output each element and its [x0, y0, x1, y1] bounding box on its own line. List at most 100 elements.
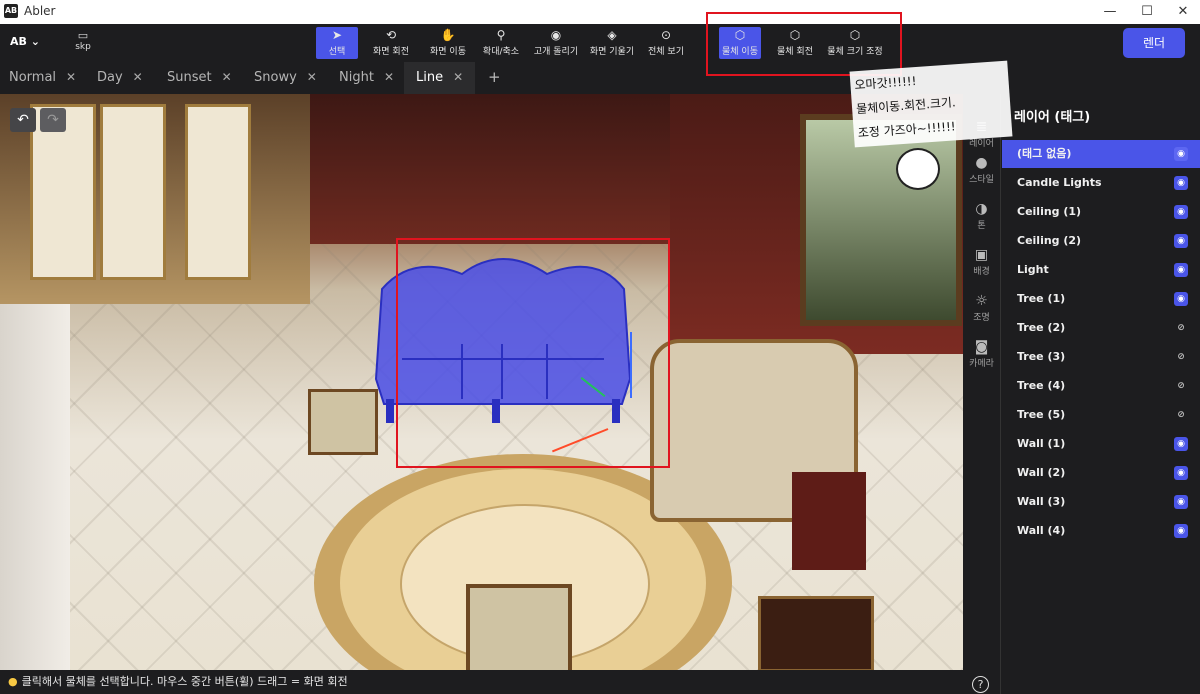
tab-snowy[interactable]: Snowy ✕: [254, 62, 317, 94]
status-text: 클릭해서 물체를 선택합니다. 마우스 중간 버튼(휠) 드래그 = 화면 회전: [21, 675, 348, 688]
eye-icon[interactable]: ◉: [1174, 205, 1188, 219]
tool-tilt-button[interactable]: ◈ 화면 기울기: [588, 27, 636, 59]
status-bar: ● 클릭해서 물체를 선택합니다. 마우스 중간 버튼(휠) 드래그 = 화면 회…: [0, 670, 963, 694]
rail-lighting-label: 조명: [973, 313, 990, 323]
eye-icon[interactable]: ◉: [1174, 292, 1188, 306]
tab-night-label: Night: [339, 70, 374, 85]
tab-line[interactable]: Line ✕: [404, 62, 476, 94]
layer-row[interactable]: Wall (1) ◉: [1002, 430, 1200, 458]
layer-row[interactable]: Tree (5) ⊘: [1002, 401, 1200, 429]
tool-pan-button[interactable]: ✋ 화면 이동: [424, 27, 472, 59]
zoom-icon: ⚲: [496, 28, 506, 42]
screen-icon: ▭: [77, 29, 89, 42]
layer-row[interactable]: Tree (2) ⊘: [1002, 314, 1200, 342]
rail-camera[interactable]: ◙ 카메라: [963, 338, 1000, 369]
window: [800, 114, 962, 326]
tool-select-button[interactable]: ➤ 선택: [316, 27, 358, 59]
rail-background[interactable]: ▣ 배경: [963, 246, 1000, 277]
layer-row[interactable]: Tree (4) ⊘: [1002, 372, 1200, 400]
rail-lighting[interactable]: ☼ 조명: [963, 292, 1000, 323]
door-panel: [100, 104, 166, 280]
redo-button[interactable]: ↷: [40, 108, 66, 132]
close-icon[interactable]: ✕: [453, 70, 463, 84]
tab-night[interactable]: Night ✕: [339, 62, 394, 94]
eye-icon[interactable]: ◉: [1174, 147, 1188, 161]
cursor-icon: ➤: [331, 28, 343, 42]
layer-row[interactable]: Light ◉: [1002, 256, 1200, 284]
tab-day-label: Day: [97, 70, 123, 85]
tilt-camera-icon: ◈: [607, 28, 617, 42]
tool-pan-label: 화면 이동: [430, 47, 466, 57]
close-icon[interactable]: ✕: [222, 70, 232, 84]
eye-icon[interactable]: ◉: [1174, 437, 1188, 451]
tone-icon: ◑: [975, 201, 988, 217]
tool-zoom-label: 확대/축소: [482, 47, 520, 57]
red-throw-blanket[interactable]: [792, 472, 866, 570]
close-icon[interactable]: ✕: [1168, 2, 1198, 22]
layer-name: Wall (4): [1017, 524, 1066, 537]
layer-row[interactable]: Tree (3) ⊘: [1002, 343, 1200, 371]
skp-file-button[interactable]: ▭ skp: [70, 29, 96, 52]
side-table[interactable]: [758, 596, 874, 670]
main-toolbar: AB ⌄ ▭ skp ➤ 선택 ⟲ 화면 회전 ✋ 화면 이동 ⚲ 확대/축소 …: [0, 24, 1200, 62]
eye-icon[interactable]: ◉: [1174, 524, 1188, 538]
close-icon[interactable]: ✕: [384, 70, 394, 84]
tool-fit-view-button[interactable]: ⊙ 전체 보기: [645, 27, 687, 59]
rail-layers-label: 레이어: [969, 139, 994, 149]
tab-sunset[interactable]: Sunset ✕: [167, 62, 232, 94]
tool-look-around-button[interactable]: ◉ 고개 돌리기: [530, 27, 582, 59]
add-tab-icon[interactable]: +: [488, 68, 501, 86]
layer-name: (태그 없음): [1017, 147, 1072, 160]
side-chair[interactable]: [308, 389, 378, 455]
layer-row[interactable]: Ceiling (1) ◉: [1002, 198, 1200, 226]
brand-menu[interactable]: AB ⌄: [10, 35, 40, 48]
eye-icon[interactable]: ◉: [1174, 263, 1188, 277]
tool-select-label: 선택: [328, 47, 346, 57]
sun-icon: ☼: [975, 293, 988, 309]
layer-row[interactable]: Candle Lights ◉: [1002, 169, 1200, 197]
tab-normal[interactable]: Normal ✕: [9, 62, 76, 94]
layer-row[interactable]: Tree (1) ◉: [1002, 285, 1200, 313]
eye-icon[interactable]: ◉: [1174, 466, 1188, 480]
layer-name: Tree (5): [1017, 408, 1066, 421]
minimize-icon[interactable]: —: [1095, 2, 1125, 22]
skp-label: skp: [75, 42, 91, 52]
rail-style[interactable]: ● 스타일: [963, 154, 1000, 185]
tool-look-around-label: 고개 돌리기: [533, 47, 579, 57]
layer-row[interactable]: Wall (2) ◉: [1002, 459, 1200, 487]
tool-orbit-button[interactable]: ⟲ 화면 회전: [367, 27, 415, 59]
layer-name: Ceiling (2): [1017, 234, 1082, 247]
tab-day[interactable]: Day ✕: [97, 62, 143, 94]
layer-row[interactable]: Wall (4) ◉: [1002, 517, 1200, 545]
maximize-icon[interactable]: ☐: [1132, 2, 1162, 22]
annotation-note: 오마갓!!!!!! 물체이동.회전.크기. 조정 가즈아~!!!!!!: [849, 60, 1013, 148]
marble-pillar: [0, 304, 70, 670]
rail-tone[interactable]: ◑ 톤: [963, 200, 1000, 231]
render-button[interactable]: 렌더: [1123, 28, 1185, 58]
3d-viewport[interactable]: ↶ ↷: [0, 94, 963, 670]
close-icon[interactable]: ✕: [66, 70, 76, 84]
close-icon[interactable]: ✕: [307, 70, 317, 84]
chevron-down-icon: ⌄: [30, 35, 40, 48]
layer-row[interactable]: Wall (3) ◉: [1002, 488, 1200, 516]
layer-name: Tree (3): [1017, 350, 1066, 363]
tool-tilt-label: 화면 기울기: [589, 47, 635, 57]
eye-off-icon[interactable]: ⊘: [1174, 408, 1188, 422]
eye-icon[interactable]: ◉: [1174, 234, 1188, 248]
undo-button[interactable]: ↶: [10, 108, 36, 132]
eye-off-icon[interactable]: ⊘: [1174, 321, 1188, 335]
layer-name: Wall (3): [1017, 495, 1066, 508]
layer-name: Ceiling (1): [1017, 205, 1082, 218]
layer-name: Wall (1): [1017, 437, 1066, 450]
close-icon[interactable]: ✕: [133, 70, 143, 84]
layer-row[interactable]: Ceiling (2) ◉: [1002, 227, 1200, 255]
eye-icon[interactable]: ◉: [1174, 176, 1188, 190]
tool-zoom-button[interactable]: ⚲ 확대/축소: [480, 27, 522, 59]
eye-off-icon[interactable]: ⊘: [1174, 379, 1188, 393]
layer-row[interactable]: (태그 없음) ◉: [1002, 140, 1200, 168]
eye-off-icon[interactable]: ⊘: [1174, 350, 1188, 364]
side-icon-rail: ≣ 레이어 ● 스타일 ◑ 톤 ▣ 배경 ☼ 조명 ◙ 카메라: [963, 94, 1000, 694]
help-icon[interactable]: ?: [972, 676, 989, 693]
front-chair[interactable]: [466, 584, 572, 670]
eye-icon[interactable]: ◉: [1174, 495, 1188, 509]
